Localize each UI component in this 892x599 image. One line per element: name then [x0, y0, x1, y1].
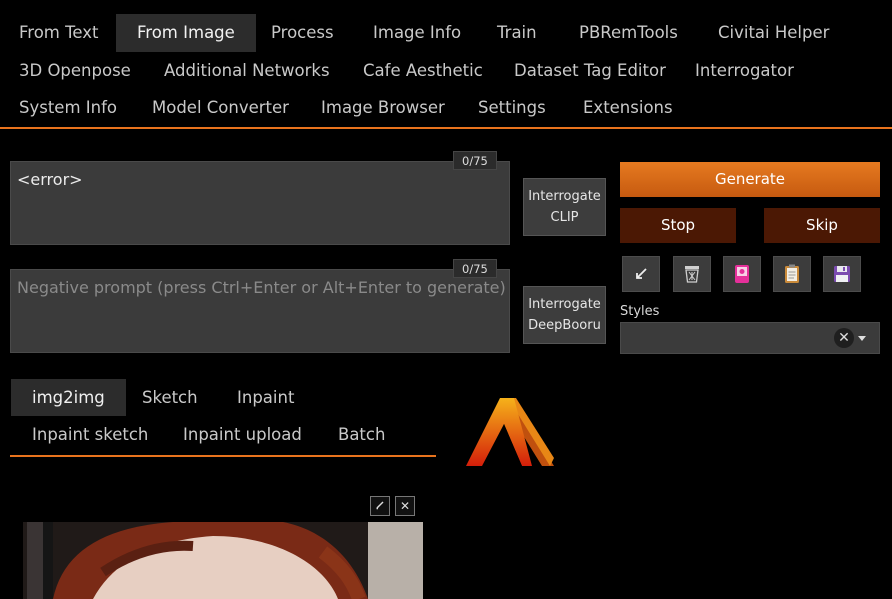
tab-from-image[interactable]: From Image: [116, 14, 256, 52]
tab-image-info[interactable]: Image Info: [354, 14, 480, 52]
tab-3d-openpose[interactable]: 3D Openpose: [0, 52, 150, 90]
negative-prompt-input[interactable]: Negative prompt (press Ctrl+Enter or Alt…: [10, 269, 510, 353]
save-icon: [834, 266, 850, 282]
stop-button[interactable]: Stop: [620, 208, 736, 243]
generate-button[interactable]: Generate: [620, 162, 880, 197]
tab-system-info[interactable]: System Info: [0, 89, 136, 127]
tab-image-browser[interactable]: Image Browser: [302, 89, 464, 127]
negative-prompt-token-counter: 0/75: [453, 259, 497, 278]
tab-from-text[interactable]: From Text: [0, 14, 118, 52]
tab-extensions[interactable]: Extensions: [564, 89, 692, 127]
edit-image-button[interactable]: [370, 496, 390, 516]
clear-styles-icon[interactable]: ✕: [834, 328, 854, 348]
tab-img2img[interactable]: img2img: [11, 379, 126, 416]
tab-inpaint-sketch[interactable]: Inpaint sketch: [11, 416, 169, 453]
close-icon: ✕: [399, 499, 411, 513]
tab-inpaint-upload[interactable]: Inpaint upload: [162, 416, 323, 453]
tab-pbremtools[interactable]: PBRemTools: [560, 14, 697, 52]
tab-inpaint[interactable]: Inpaint: [216, 379, 315, 416]
extra-networks-button[interactable]: [723, 256, 761, 292]
save-style-button[interactable]: [823, 256, 861, 292]
interrogate-clip-line1: Interrogate: [528, 189, 601, 204]
tab-civitai-helper[interactable]: Civitai Helper: [699, 14, 848, 52]
prompt-text: <error>: [17, 170, 83, 189]
input-image[interactable]: [23, 522, 423, 599]
tab-batch[interactable]: Batch: [317, 416, 406, 453]
negative-prompt-placeholder: Negative prompt (press Ctrl+Enter or Alt…: [17, 278, 506, 297]
top-tab-bar: From Text From Image Process Image Info …: [0, 0, 892, 129]
interrogate-deepbooru-button[interactable]: Interrogate DeepBooru: [523, 286, 606, 344]
interrogate-clip-line2: CLIP: [550, 210, 579, 225]
tab-process[interactable]: Process: [252, 14, 353, 52]
apply-arrow-button[interactable]: [622, 256, 660, 292]
clear-prompt-button[interactable]: [673, 256, 711, 292]
prompt-input[interactable]: <error>: [10, 161, 510, 245]
tab-additional-networks[interactable]: Additional Networks: [145, 52, 349, 90]
tab-model-converter[interactable]: Model Converter: [133, 89, 308, 127]
interrogate-deepbooru-line1: Interrogate: [528, 297, 601, 312]
interrogate-clip-button[interactable]: Interrogate CLIP: [523, 178, 606, 236]
portrait-photo: [23, 522, 423, 599]
arrow-icon: [636, 268, 647, 279]
pink-card-icon: [735, 265, 749, 283]
clear-image-button[interactable]: ✕: [395, 496, 415, 516]
tab-interrogator[interactable]: Interrogator: [676, 52, 813, 90]
paste-prompt-button[interactable]: [773, 256, 811, 292]
pencil-icon: [376, 501, 384, 510]
tab-dataset-tag-editor[interactable]: Dataset Tag Editor: [495, 52, 685, 90]
tab-train[interactable]: Train: [478, 14, 556, 52]
app-logo: [466, 398, 554, 466]
tab-sketch[interactable]: Sketch: [121, 379, 219, 416]
skip-button[interactable]: Skip: [764, 208, 880, 243]
clipboard-icon: [785, 264, 799, 283]
styles-label: Styles: [620, 304, 660, 319]
prompt-token-counter: 0/75: [453, 151, 497, 170]
tab-settings[interactable]: Settings: [459, 89, 565, 127]
chevron-down-icon[interactable]: [858, 336, 866, 341]
tab-cafe-aesthetic[interactable]: Cafe Aesthetic: [344, 52, 502, 90]
styles-dropdown[interactable]: ✕: [620, 322, 880, 354]
trash-icon: [685, 266, 699, 283]
subtab-underline: [10, 455, 436, 457]
interrogate-deepbooru-line2: DeepBooru: [528, 318, 601, 333]
